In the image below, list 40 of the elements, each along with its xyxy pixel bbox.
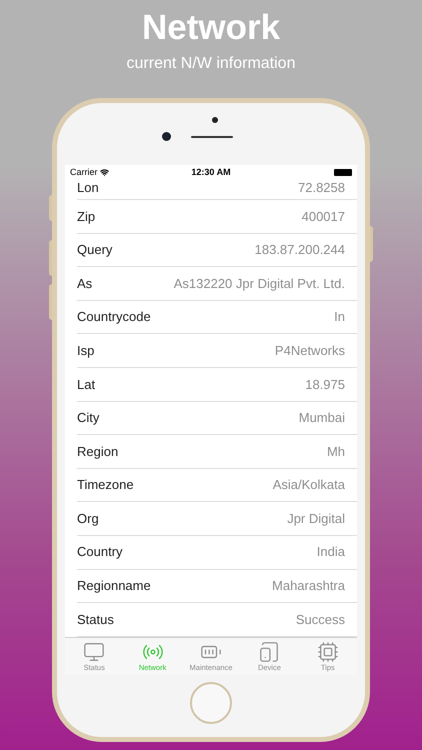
row-label: Countrycode: [77, 308, 151, 326]
row-value: Maharashtra: [272, 577, 345, 596]
carrier-label: Carrier: [70, 166, 98, 179]
row-label: City: [77, 409, 100, 428]
row-label: Status: [77, 610, 114, 629]
row-value: Mumbai: [298, 409, 345, 428]
row-value: Mh: [326, 442, 345, 461]
row-value: 18.975: [305, 376, 345, 394]
row-value: In: [334, 308, 345, 326]
row-value: P4Networks: [274, 342, 345, 360]
status-time: 12:30 AM: [191, 166, 231, 179]
chip-icon: [316, 641, 339, 663]
row-label: Region: [77, 442, 118, 461]
row-label: Lon: [77, 178, 99, 196]
row-label: Lat: [77, 376, 96, 394]
sensor-icon: [212, 117, 218, 123]
row-label: Isp: [77, 342, 94, 360]
row-label: Zip: [77, 208, 96, 226]
row-value: 400017: [302, 208, 345, 226]
row-label: Org: [77, 510, 99, 528]
home-button[interactable]: [190, 682, 232, 724]
row-value: 72.8258: [298, 178, 345, 196]
row-value: Success: [296, 610, 345, 629]
row-label: Timezone: [77, 476, 134, 494]
row-label: Regionname: [77, 577, 151, 596]
camera-icon: [162, 132, 171, 141]
row-value: Asia/Kolkata: [272, 476, 345, 494]
row-value: As132220 Jpr Digital Pvt. Ltd.: [174, 274, 345, 293]
row-label: Country: [77, 543, 123, 562]
battery-icon: [334, 169, 352, 176]
page-title: Network: [142, 8, 280, 48]
row-value: Jpr Digital: [287, 510, 345, 528]
page-subtitle: current N/W information: [126, 54, 296, 74]
row-value: 183.87.200.244: [254, 241, 345, 260]
wifi-icon: [100, 168, 109, 177]
row-label: As: [77, 274, 92, 293]
row-label: Query: [77, 241, 112, 260]
monitor-icon: [83, 641, 106, 663]
devices-icon: [258, 641, 280, 663]
row-value: India: [316, 543, 345, 562]
